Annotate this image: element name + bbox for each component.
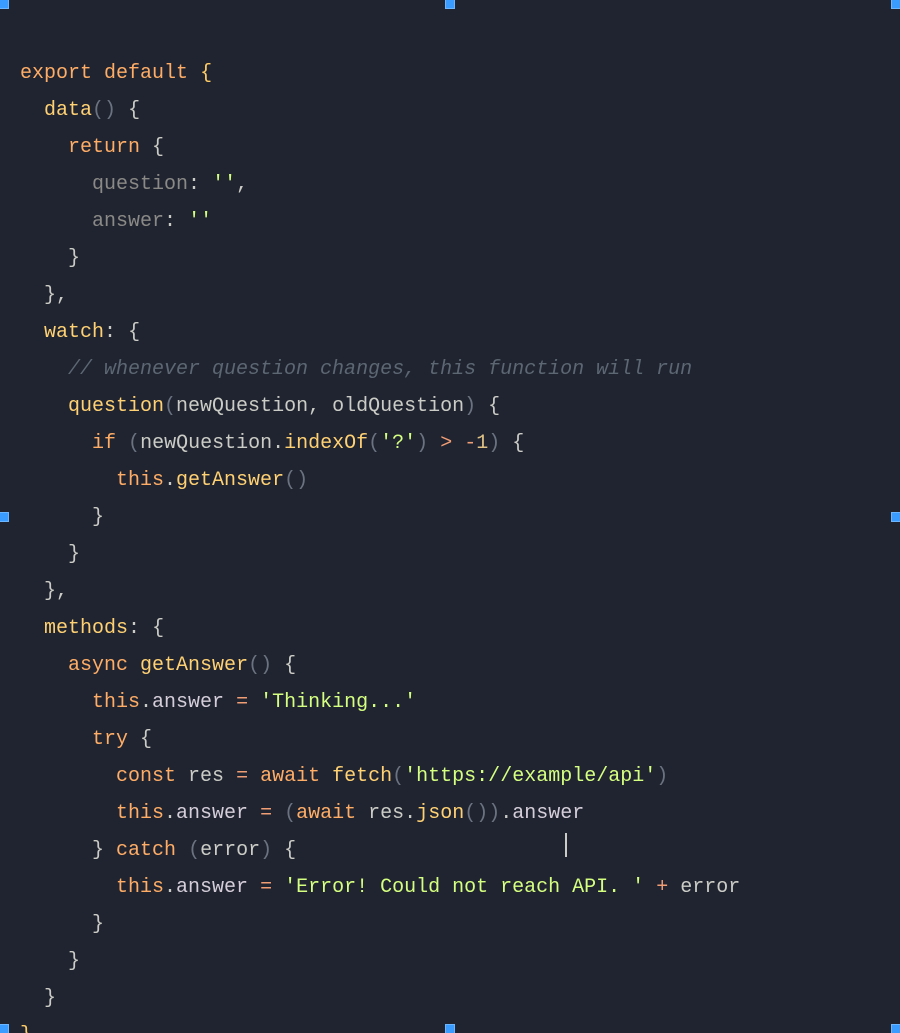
- code-line: this.answer = (await res.json()).answer: [20, 802, 584, 825]
- code-line: this.answer = 'Error! Could not reach AP…: [20, 876, 740, 899]
- code-line: watch: {: [20, 321, 140, 344]
- selection-handle[interactable]: [891, 0, 900, 9]
- code-line: }: [20, 1024, 32, 1033]
- code-line: data() {: [20, 99, 140, 122]
- code-line: question: '',: [20, 173, 248, 196]
- code-line: },: [20, 580, 68, 603]
- code-line: async getAnswer() {: [20, 654, 296, 677]
- text-cursor: [565, 833, 567, 857]
- selection-handle[interactable]: [445, 0, 455, 9]
- code-line: }: [20, 913, 104, 936]
- code-line: answer: '': [20, 210, 212, 233]
- code-line: methods: {: [20, 617, 164, 640]
- selection-handle[interactable]: [0, 1024, 9, 1033]
- code-line: // whenever question changes, this funct…: [20, 358, 692, 381]
- code-line: return {: [20, 136, 164, 159]
- code-editor[interactable]: export default { data() { return { quest…: [0, 0, 900, 1033]
- code-line: }: [20, 506, 104, 529]
- code-line: question(newQuestion, oldQuestion) {: [20, 395, 500, 418]
- selection-handle[interactable]: [891, 1024, 900, 1033]
- code-line: this.getAnswer(): [20, 469, 308, 492]
- code-line: this.answer = 'Thinking...': [20, 691, 416, 714]
- code-line: const res = await fetch('https://example…: [20, 765, 668, 788]
- code-line: if (newQuestion.indexOf('?') > -1) {: [20, 432, 524, 455]
- selection-handle[interactable]: [891, 512, 900, 522]
- code-line: }: [20, 247, 80, 270]
- code-line: try {: [20, 728, 152, 751]
- code-line: export default {: [20, 62, 212, 85]
- code-line: }: [20, 950, 80, 973]
- code-line: }: [20, 987, 56, 1010]
- code-line: },: [20, 284, 68, 307]
- code-line: }: [20, 543, 80, 566]
- selection-handle[interactable]: [0, 512, 9, 522]
- selection-handle[interactable]: [445, 1024, 455, 1033]
- code-line: } catch (error) {: [20, 839, 296, 862]
- selection-handle[interactable]: [0, 0, 9, 9]
